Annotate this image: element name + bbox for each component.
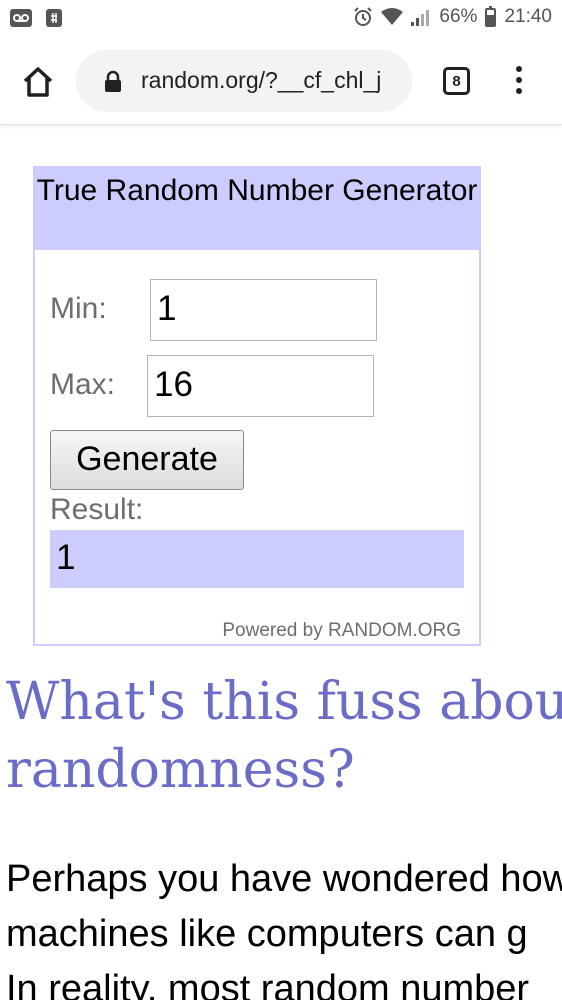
result-value: 1 <box>50 530 464 588</box>
paragraph-line: Perhaps you have wondered how <box>6 858 562 900</box>
min-input[interactable]: 1 <box>150 279 377 341</box>
generate-button[interactable]: Generate <box>50 430 244 490</box>
status-bar: 66% 21:40 <box>0 0 562 40</box>
article-heading: What's this fuss about truerandomness? <box>6 672 562 800</box>
min-label: Min: <box>50 292 107 325</box>
widget-title: True Random Number Generator <box>35 168 479 250</box>
clock: 21:40 <box>504 6 552 27</box>
max-input[interactable]: 16 <box>147 355 374 417</box>
voicemail-icon <box>10 9 32 27</box>
screen: 66% 21:40 random.org/?__cf_chl_j 8 True … <box>0 0 562 1000</box>
overflow-menu-icon[interactable] <box>506 66 532 100</box>
sim-icon <box>46 9 62 27</box>
max-label: Max: <box>50 368 116 401</box>
article-paragraph: Perhaps you have wondered how machines l… <box>6 852 562 1000</box>
wifi-icon <box>381 8 404 25</box>
address-bar[interactable]: random.org/?__cf_chl_j <box>76 50 412 112</box>
lock-icon <box>103 70 123 92</box>
browser-toolbar: random.org/?__cf_chl_j 8 <box>0 40 562 125</box>
paragraph-line: In reality, most random number <box>6 968 530 1000</box>
result-label: Result: <box>50 493 144 526</box>
random-number-widget: True Random Number Generator Min: 1 Max:… <box>33 166 481 646</box>
tabs-icon[interactable]: 8 <box>443 67 470 95</box>
powered-by-link[interactable]: Powered by RANDOM.ORG <box>222 620 461 642</box>
paragraph-line: machines like computers can g <box>6 913 528 955</box>
battery-icon <box>485 5 497 27</box>
signal-icon <box>411 10 430 26</box>
url-text[interactable]: random.org/?__cf_chl_j <box>141 67 403 94</box>
alarm-icon <box>354 7 373 26</box>
home-icon[interactable] <box>18 62 58 102</box>
battery-percent: 66% <box>439 6 478 27</box>
